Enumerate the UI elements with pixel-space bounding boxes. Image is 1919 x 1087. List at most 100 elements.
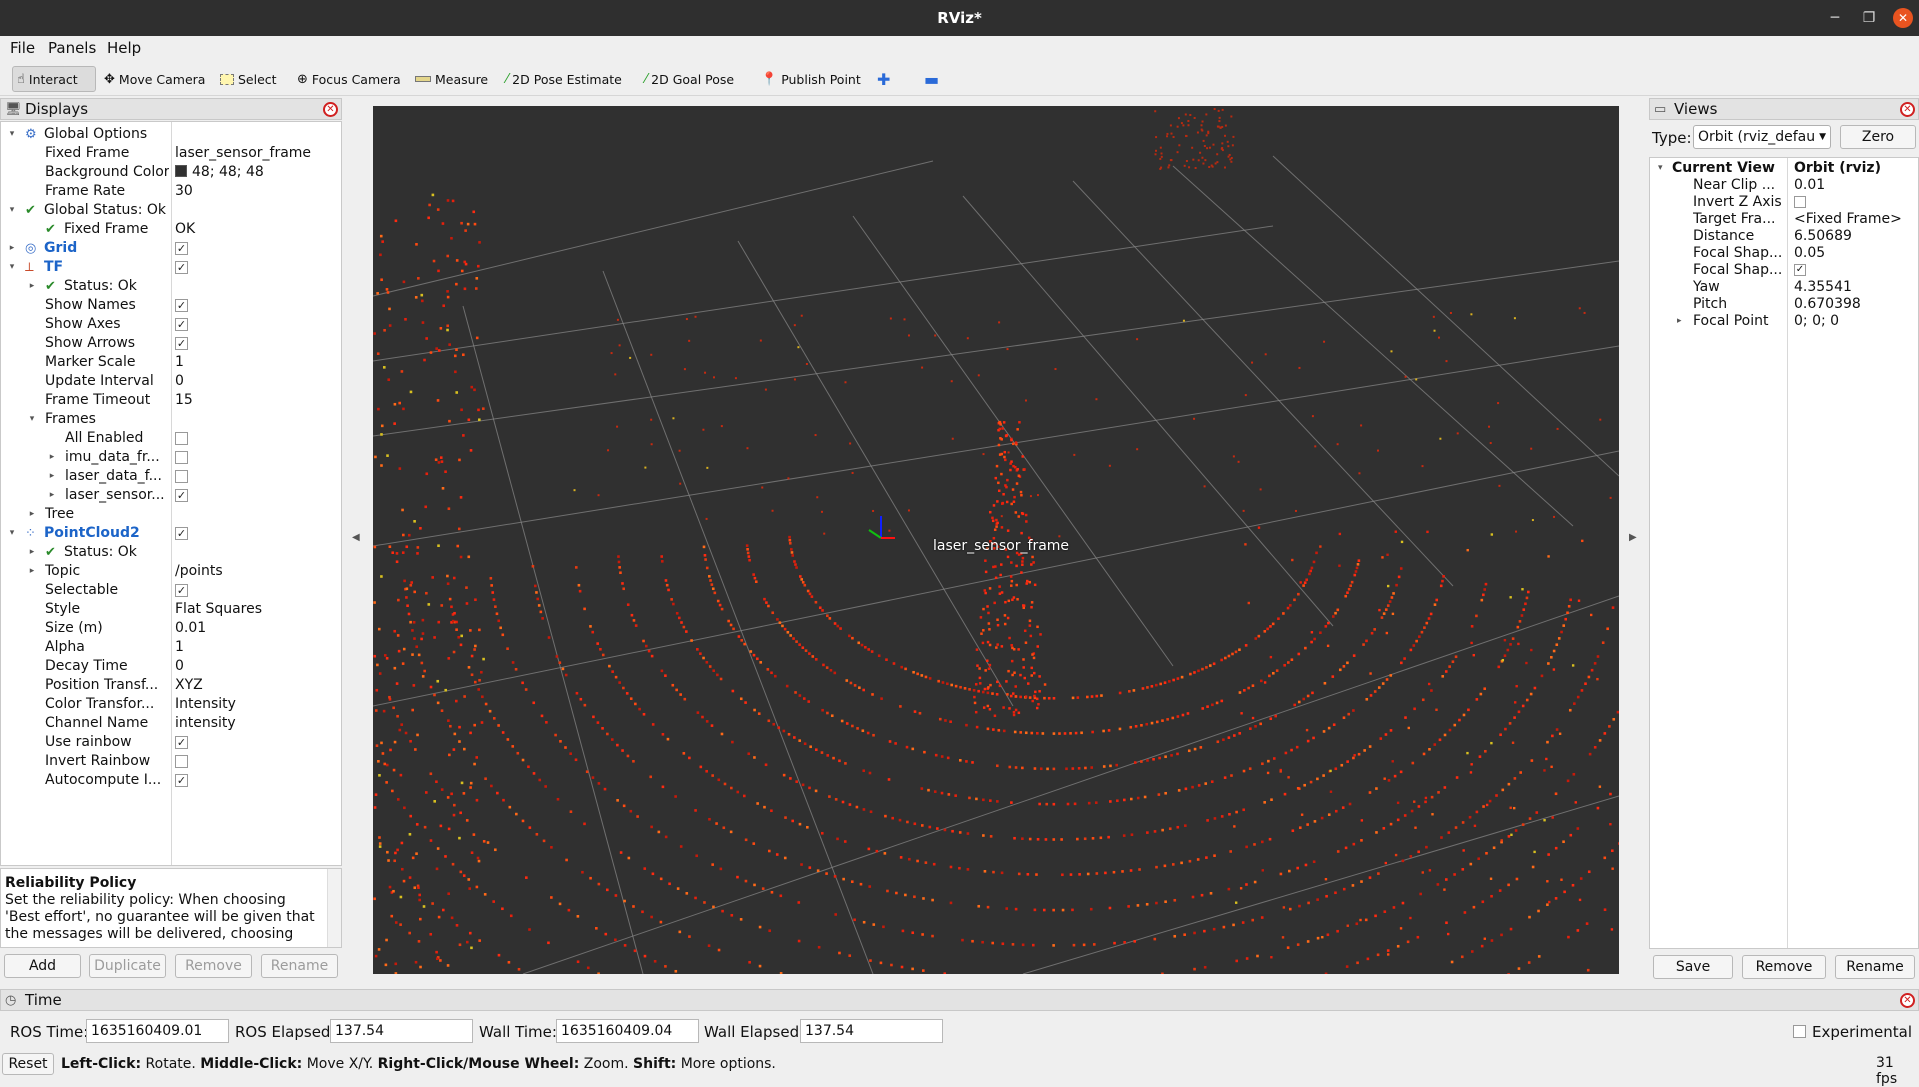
display-row[interactable]: Background Color 48; 48; 48 [1, 163, 340, 182]
display-row[interactable]: Fixed Frame laser_sensor_frame [1, 144, 340, 163]
checkbox[interactable] [175, 470, 188, 483]
expand-right-icon[interactable]: ▸ [27, 562, 37, 581]
display-row[interactable]: Selectable ✓ [1, 581, 340, 600]
display-row-value[interactable]: XYZ [175, 676, 337, 695]
display-row[interactable]: ▾ ⟂ TF ✓ [1, 258, 340, 277]
display-row[interactable]: Alpha 1 [1, 638, 340, 657]
display-row[interactable]: ▾ ⚙ Global Options [1, 125, 340, 144]
interact-tool-button[interactable]: ☝ Interact [12, 66, 96, 92]
expand-down-icon[interactable]: ▾ [7, 258, 17, 277]
expand-right-icon[interactable]: ▸ [47, 486, 57, 505]
expand-down-icon[interactable]: ▾ [7, 125, 17, 144]
view-property-value[interactable]: 0.01 [1794, 177, 1912, 194]
display-row[interactable]: Size (m) 0.01 [1, 619, 340, 638]
view-property-row[interactable]: ▾ Current View Orbit (rviz) [1650, 160, 1914, 177]
minimize-icon[interactable]: ─ [1817, 0, 1853, 36]
expand-right-icon[interactable]: ▸ [47, 467, 57, 486]
collapse-right-icon[interactable]: ▶ [1629, 532, 1637, 543]
checkbox[interactable]: ✓ [175, 242, 188, 255]
view-property-row[interactable]: Focal Shap... 0.05 [1650, 245, 1914, 262]
display-row[interactable]: Marker Scale 1 [1, 353, 340, 372]
display-row-value[interactable]: Flat Squares [175, 600, 337, 619]
display-row[interactable]: Color Transfor... Intensity [1, 695, 340, 714]
view-property-row[interactable]: Distance 6.50689 [1650, 228, 1914, 245]
checkbox[interactable] [175, 432, 188, 445]
checkbox[interactable]: ✓ [175, 584, 188, 597]
close-window-icon[interactable]: ✕ [1893, 8, 1913, 28]
view-property-row[interactable]: Focal Shap... ✓ [1650, 262, 1914, 279]
checkbox[interactable] [175, 755, 188, 768]
display-row-value[interactable]: 0 [175, 372, 337, 391]
view-property-row[interactable]: ▸ Focal Point 0; 0; 0 [1650, 313, 1914, 330]
display-row-value[interactable]: 1 [175, 638, 337, 657]
expand-right-icon[interactable]: ▸ [1677, 313, 1682, 330]
view-property-value[interactable]: 0.05 [1794, 245, 1912, 262]
add-tool-button[interactable]: ✚ [873, 66, 894, 92]
expand-right-icon[interactable]: ▸ [47, 448, 57, 467]
expand-right-icon[interactable]: ▸ [27, 277, 37, 296]
display-row[interactable]: Autocompute I... ✓ [1, 771, 340, 790]
display-row[interactable]: Channel Name intensity [1, 714, 340, 733]
view-property-value[interactable]: 4.35541 [1794, 279, 1912, 296]
checkbox[interactable]: ✓ [175, 489, 188, 502]
display-row-value[interactable]: OK [175, 220, 337, 239]
measure-button[interactable]: Measure [411, 66, 492, 92]
menu-file[interactable]: File [10, 39, 35, 57]
display-row[interactable]: ▸ imu_data_fr... [1, 448, 340, 467]
wall-elapsed-field[interactable]: 137.54 [800, 1019, 943, 1043]
display-row[interactable]: ▸ laser_data_f... [1, 467, 340, 486]
display-row[interactable]: ▾ ✔ Global Status: Ok [1, 201, 340, 220]
ros-elapsed-field[interactable]: 137.54 [330, 1019, 473, 1043]
color-swatch[interactable] [175, 165, 187, 177]
close-views-icon[interactable]: ✕ [1900, 102, 1915, 117]
display-row[interactable]: Style Flat Squares [1, 600, 340, 619]
rename-view-button[interactable]: Rename [1835, 955, 1915, 979]
select-button[interactable]: Select [216, 66, 281, 92]
display-row[interactable]: ▸ Tree [1, 505, 340, 524]
collapse-left-icon[interactable]: ◀ [352, 532, 360, 543]
display-row-value[interactable]: 0.01 [175, 619, 337, 638]
display-row[interactable]: ▾ ⁘ PointCloud2 ✓ [1, 524, 340, 543]
wall-time-field[interactable]: 1635160409.04 [556, 1019, 699, 1043]
menu-help[interactable]: Help [107, 39, 141, 57]
zero-button[interactable]: Zero [1840, 125, 1916, 149]
ros-time-field[interactable]: 1635160409.01 [86, 1019, 229, 1043]
remove-display-button[interactable]: Remove [175, 954, 252, 978]
display-row-value[interactable]: 0 [175, 657, 337, 676]
remove-tool-button[interactable]: ▬ [920, 66, 943, 92]
display-row[interactable]: ✔ Fixed Frame OK [1, 220, 340, 239]
display-row[interactable]: Frame Rate 30 [1, 182, 340, 201]
display-row[interactable]: All Enabled [1, 429, 340, 448]
goal-pose-button[interactable]: ⁄ 2D Goal Pose [641, 66, 738, 92]
display-row[interactable]: ▾ Frames [1, 410, 340, 429]
display-row[interactable]: Show Arrows ✓ [1, 334, 340, 353]
view-property-value[interactable]: 0.670398 [1794, 296, 1912, 313]
add-display-button[interactable]: Add [4, 954, 81, 978]
3d-render-viewport[interactable]: laser_sensor_frame [373, 106, 1619, 974]
display-row[interactable]: Show Names ✓ [1, 296, 340, 315]
checkbox[interactable]: ✓ [175, 337, 188, 350]
checkbox[interactable]: ✓ [175, 736, 188, 749]
checkbox[interactable] [175, 451, 188, 464]
checkbox[interactable]: ✓ [175, 527, 188, 540]
display-row[interactable]: Use rainbow ✓ [1, 733, 340, 752]
display-row[interactable]: ▸ ✔ Status: Ok [1, 543, 340, 562]
expand-down-icon[interactable]: ▾ [7, 201, 17, 220]
move-camera-button[interactable]: ✥ Move Camera [100, 66, 209, 92]
focus-camera-button[interactable]: ⊕ Focus Camera [293, 66, 405, 92]
checkbox[interactable]: ✓ [175, 774, 188, 787]
display-row-value[interactable]: 30 [175, 182, 337, 201]
display-row[interactable]: Position Transf... XYZ [1, 676, 340, 695]
checkbox[interactable]: ✓ [175, 299, 188, 312]
display-row-value[interactable]: 1 [175, 353, 337, 372]
view-property-value[interactable]: 0; 0; 0 [1794, 313, 1912, 330]
expand-right-icon[interactable]: ▸ [27, 505, 37, 524]
display-row-value[interactable]: 48; 48; 48 [175, 163, 337, 182]
maximize-icon[interactable]: ❐ [1851, 0, 1887, 36]
view-property-value[interactable]: Orbit (rviz) [1794, 160, 1912, 177]
view-property-row[interactable]: Pitch 0.670398 [1650, 296, 1914, 313]
expand-down-icon[interactable]: ▾ [1658, 160, 1663, 177]
view-property-row[interactable]: Near Clip ... 0.01 [1650, 177, 1914, 194]
display-row[interactable]: Invert Rainbow [1, 752, 340, 771]
expand-down-icon[interactable]: ▾ [27, 410, 37, 429]
